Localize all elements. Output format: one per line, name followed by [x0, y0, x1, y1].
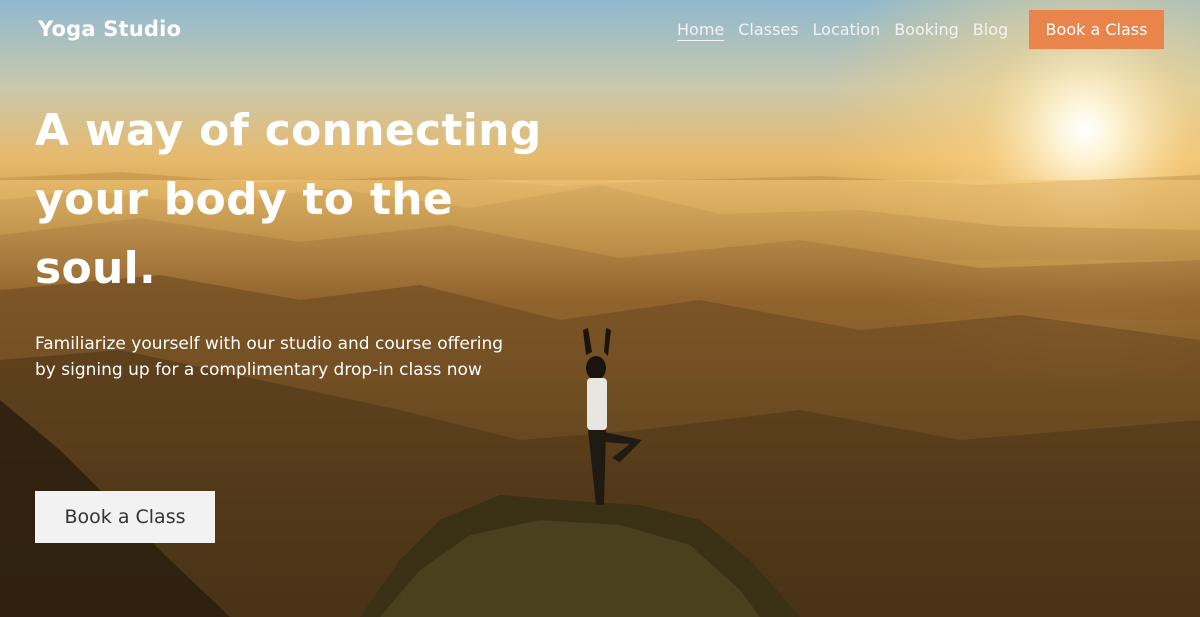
nav-item-home[interactable]: Home	[677, 20, 724, 39]
top-navbar: Yoga Studio Home Classes Location Bookin…	[0, 0, 1200, 60]
nav-item-booking[interactable]: Booking	[894, 20, 959, 39]
hero-headline: A way of connecting your body to the sou…	[35, 105, 542, 294]
book-class-hero-button[interactable]: Book a Class	[35, 491, 215, 543]
nav-item-classes[interactable]: Classes	[738, 20, 798, 39]
brand-logo[interactable]: Yoga Studio	[38, 17, 181, 41]
hero-subtext: Familiarize yourself with our studio and…	[35, 334, 504, 380]
book-class-nav-button[interactable]: Book a Class	[1029, 10, 1164, 49]
nav-item-blog[interactable]: Blog	[973, 20, 1008, 39]
hero-section: Yoga Studio Home Classes Location Bookin…	[0, 0, 1200, 617]
nav-item-location[interactable]: Location	[813, 20, 881, 39]
nav-menu: Home Classes Location Booking Blog	[677, 20, 1008, 39]
